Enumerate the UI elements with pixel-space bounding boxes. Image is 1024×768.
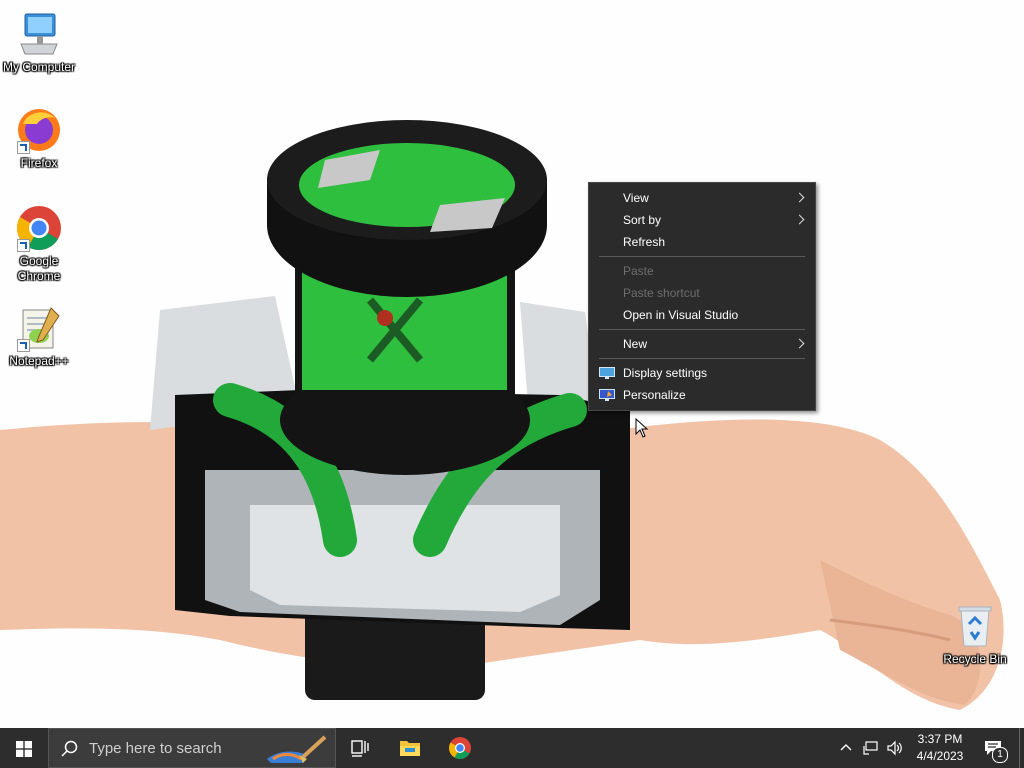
personalize-icon (599, 389, 615, 401)
shortcut-arrow-icon (17, 239, 30, 252)
chrome-icon (15, 204, 63, 252)
menu-item-open-in-visual-studio[interactable]: Open in Visual Studio (589, 304, 815, 326)
search-highlight-illustration-icon (267, 735, 327, 763)
clock-time: 3:37 PM (917, 732, 963, 746)
menu-separator (599, 256, 805, 257)
desktop-icon-label: Recycle Bin (943, 652, 1007, 666)
search-icon (61, 740, 78, 757)
notification-count-badge: 1 (992, 747, 1008, 763)
show-desktop-button[interactable] (1019, 728, 1024, 768)
start-button[interactable] (0, 728, 48, 768)
omnitrix-wallpaper-image (0, 120, 1004, 710)
desktop-icon-label: My Computer (2, 60, 76, 74)
file-explorer-icon (400, 741, 420, 756)
menu-item-label: View (623, 191, 649, 205)
menu-item-sort-by[interactable]: Sort by (589, 209, 815, 231)
chevron-up-icon (840, 744, 852, 751)
desktop-icon-firefox[interactable]: Firefox (0, 106, 78, 171)
task-view-button[interactable] (340, 728, 380, 768)
clock-button[interactable]: 3:37 PM 4/4/2023 (908, 728, 972, 768)
desktop-wallpaper[interactable] (0, 0, 1024, 728)
desktop-icon-label: Google Chrome (17, 254, 61, 283)
show-hidden-icons-button[interactable] (836, 728, 856, 768)
mouse-cursor-icon (635, 418, 649, 438)
desktop-icon-my-computer[interactable]: My Computer (0, 10, 78, 75)
chevron-right-icon (794, 338, 805, 349)
recycle-bin-icon (951, 602, 999, 650)
task-view-icon (351, 740, 369, 757)
menu-item-view[interactable]: View (589, 187, 815, 209)
menu-item-label: Personalize (623, 388, 686, 402)
chevron-right-icon (794, 192, 805, 203)
menu-item-refresh[interactable]: Refresh (589, 231, 815, 253)
shortcut-arrow-icon (17, 141, 30, 154)
menu-item-paste: Paste (589, 260, 815, 282)
computer-icon (15, 10, 63, 58)
taskbar-search-box[interactable]: Type here to search (48, 728, 336, 768)
desktop-icon-google-chrome[interactable]: Google Chrome (0, 204, 78, 284)
menu-item-label: Sort by (623, 213, 662, 227)
search-placeholder: Type here to search (89, 740, 222, 757)
desktop-icon-label: Firefox (20, 156, 58, 170)
shortcut-arrow-icon (17, 339, 30, 352)
firefox-icon (15, 106, 63, 154)
menu-item-label: Open in Visual Studio (623, 308, 739, 322)
menu-item-label: Display settings (623, 366, 708, 380)
speaker-icon (887, 740, 902, 756)
menu-separator (599, 358, 805, 359)
desktop-icon-label: Notepad++ (9, 354, 69, 368)
desktop-context-menu: View Sort by Refresh Paste Paste shortcu… (588, 182, 816, 411)
chevron-right-icon (794, 214, 805, 225)
display-settings-icon (599, 367, 615, 379)
notepad-plus-plus-icon (15, 304, 63, 352)
file-explorer-taskbar-button[interactable] (390, 728, 430, 768)
network-icon (863, 741, 878, 755)
menu-item-label: New (623, 337, 648, 351)
menu-item-new[interactable]: New (589, 333, 815, 355)
action-center-button[interactable]: 1 (978, 728, 1018, 768)
menu-item-label: Paste shortcut (623, 286, 700, 300)
chrome-icon (449, 737, 471, 759)
menu-separator (599, 329, 805, 330)
network-tray-button[interactable] (860, 728, 882, 768)
clock-date: 4/4/2023 (916, 749, 964, 763)
chrome-taskbar-button[interactable] (440, 728, 480, 768)
desktop-icon-recycle-bin[interactable]: Recycle Bin (936, 602, 1014, 667)
menu-item-personalize[interactable]: Personalize (589, 384, 815, 406)
menu-item-paste-shortcut: Paste shortcut (589, 282, 815, 304)
volume-tray-button[interactable] (884, 728, 906, 768)
menu-item-display-settings[interactable]: Display settings (589, 362, 815, 384)
menu-item-label: Paste (623, 264, 654, 278)
menu-item-label: Refresh (623, 235, 666, 249)
desktop-icon-notepad-plus-plus[interactable]: Notepad++ (0, 304, 78, 369)
windows-logo-icon (16, 741, 32, 757)
taskbar: Type here to search 3:37 PM 4/4/2023 1 (0, 728, 1024, 768)
